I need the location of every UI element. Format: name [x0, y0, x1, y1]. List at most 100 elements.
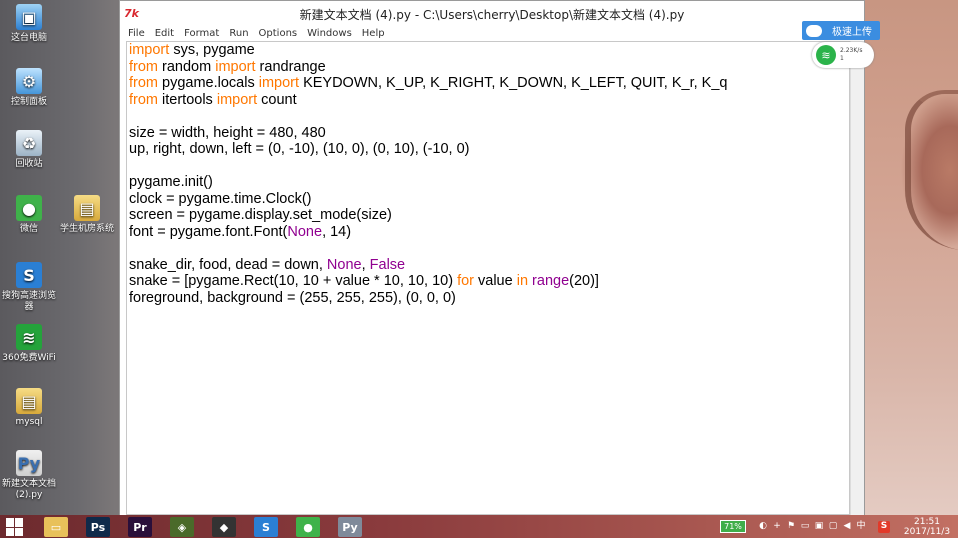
desktop-icon[interactable]: ♻ 回收站: [0, 130, 58, 170]
taskbar: ▭ Ps Pr ◈ ◆ S ● Py 71% ◐ + ⚑ ▭ ▣ ▢ ◀ 中 S 21:51 …: [0, 515, 958, 538]
code-line[interactable]: snake_dir, food, dead = down, None, Fals…: [129, 257, 849, 274]
system-clock[interactable]: 21:51 2017/11/3: [900, 517, 954, 537]
desktop-icon[interactable]: ⚙ 控制面板: [0, 68, 58, 108]
file-explorer-icon[interactable]: ▭: [44, 517, 68, 537]
fast-upload-button[interactable]: 极速上传: [802, 21, 880, 40]
code-keyword: import: [258, 75, 300, 91]
security-icon[interactable]: ◐: [758, 521, 768, 531]
desktop-icon-label: 360免费WiFi: [2, 353, 56, 363]
desktop-wallpaper: [865, 0, 958, 515]
code-token: clock = pygame.time.Clock(): [129, 190, 312, 207]
menu-options[interactable]: Options: [259, 28, 298, 39]
computer-icon: ▣: [16, 4, 42, 30]
code-keyword: from: [129, 91, 158, 108]
desktop-icon[interactable]: ▤ 学生机房系统: [58, 195, 116, 235]
code-token: KEYDOWN, K_UP, K_RIGHT, K_DOWN, K_LEFT, …: [299, 75, 728, 91]
desktop-icon[interactable]: ≋ 360免费WiFi: [0, 324, 58, 364]
code-token: pygame.init(): [129, 174, 213, 190]
desktop-icon[interactable]: S 搜狗高速浏览器: [0, 262, 58, 313]
premiere-icon[interactable]: Pr: [128, 517, 152, 537]
code-token: up, right, down, left = (0, -10), (10, 0…: [129, 141, 470, 157]
code-line[interactable]: foreground, background = (255, 255, 255)…: [129, 290, 849, 307]
menu-edit[interactable]: Edit: [155, 28, 174, 39]
sogou-browser-icon: S: [16, 262, 42, 288]
code-token: snake_dir, food, dead = down,: [129, 256, 327, 273]
device-count: 1: [840, 55, 844, 62]
code-line[interactable]: [129, 108, 849, 125]
code-token: pygame.locals: [158, 75, 259, 91]
folder-icon: ▤: [16, 388, 42, 414]
code-token: font = pygame.font.Font(: [129, 223, 288, 240]
desktop-icon[interactable]: ▤ mysql: [0, 388, 58, 428]
code-keyword: import: [129, 42, 170, 58]
code-line[interactable]: font = pygame.font.Font(None, 14): [129, 224, 849, 241]
code-token: value: [473, 273, 517, 289]
battery-indicator[interactable]: 71%: [720, 520, 746, 533]
code-keyword: from: [129, 58, 158, 75]
photoshop-icon[interactable]: Ps: [86, 517, 110, 537]
code-line[interactable]: clock = pygame.time.Clock(): [129, 191, 849, 208]
unity-icon[interactable]: ◆: [212, 517, 236, 537]
code-line[interactable]: snake = [pygame.Rect(10, 10 + value * 10…: [129, 273, 849, 290]
code-line[interactable]: size = width, height = 480, 480: [129, 125, 849, 142]
monitor-icon[interactable]: ▣: [814, 521, 824, 531]
network-icon[interactable]: +: [772, 521, 782, 531]
menu-run[interactable]: Run: [229, 28, 248, 39]
code-token: ,: [361, 256, 370, 273]
code-token: (20)]: [569, 273, 599, 289]
code-token: screen = pygame.display.set_mode(size): [129, 207, 392, 223]
code-keyword: in: [516, 273, 529, 289]
desktop-icon[interactable]: Py 新建文本文档 (2).py: [0, 450, 58, 501]
display-icon[interactable]: ▭: [800, 521, 810, 531]
desktop-icon[interactable]: ▣ 这台电脑: [0, 4, 58, 44]
upload-label: 极速上传: [832, 27, 872, 38]
code-editor[interactable]: import sys, pygame from random import ran…: [126, 41, 850, 515]
code-token: random: [158, 58, 216, 75]
app-icon[interactable]: ◈: [170, 517, 194, 537]
action-center-icon[interactable]: ▢: [828, 521, 838, 531]
sogou-icon[interactable]: S: [254, 517, 278, 537]
code-line[interactable]: import sys, pygame: [129, 42, 849, 59]
code-line[interactable]: up, right, down, left = (0, -10), (10, 0…: [129, 141, 849, 158]
control-panel-icon: ⚙: [16, 68, 42, 94]
desktop-icon-label: 学生机房系统: [59, 224, 114, 234]
code-builtin: range: [532, 273, 570, 289]
python-idle-icon[interactable]: Py: [334, 515, 366, 538]
code-token: randrange: [255, 58, 326, 75]
cloud-icon: [806, 24, 822, 37]
volume-icon[interactable]: ◀: [842, 521, 852, 531]
title-bar[interactable]: 7k 新建文本文档 (4).py - C:\Users\cherry\Deskt…: [120, 1, 864, 25]
wechat-icon[interactable]: ●: [296, 517, 320, 537]
sogou-ime-icon[interactable]: S: [878, 521, 890, 533]
code-builtin: None: [326, 256, 362, 273]
code-builtin: False: [369, 256, 406, 273]
code-line[interactable]: from random import randrange: [129, 59, 849, 76]
code-line[interactable]: screen = pygame.display.set_mode(size): [129, 207, 849, 224]
ime-indicator[interactable]: 中: [856, 521, 866, 531]
code-line[interactable]: [129, 240, 849, 257]
flag-icon[interactable]: ⚑: [786, 521, 796, 531]
clock-date: 2017/11/3: [903, 527, 951, 537]
code-token: sys, pygame: [169, 42, 255, 58]
desktop-icon-label: 搜狗高速浏览器: [1, 291, 56, 312]
code-line[interactable]: [129, 158, 849, 175]
code-keyword: from: [129, 75, 158, 91]
code-text[interactable]: import sys, pygame from random import ran…: [127, 42, 849, 306]
menu-windows[interactable]: Windows: [307, 28, 352, 39]
network-speed-widget[interactable]: ≋ 2.23K/s 1: [812, 42, 874, 68]
vertical-scrollbar[interactable]: [850, 41, 864, 515]
code-token: foreground, background = (255, 255, 255)…: [129, 289, 456, 306]
desktop-icon-label: 这台电脑: [10, 33, 47, 43]
code-line[interactable]: pygame.init(): [129, 174, 849, 191]
menu-file[interactable]: File: [128, 28, 145, 39]
desktop-icon[interactable]: ● 微信: [0, 195, 58, 235]
start-button[interactable]: [6, 518, 24, 536]
code-token: size = width, height = 480, 480: [129, 124, 326, 141]
menu-format[interactable]: Format: [184, 28, 219, 39]
menu-help[interactable]: Help: [362, 28, 385, 39]
speed-value: 2.23K/s: [840, 47, 863, 54]
desktop-icon-label: mysql: [15, 417, 43, 427]
code-line[interactable]: from pygame.locals import KEYDOWN, K_UP,…: [129, 75, 849, 92]
desktop-icon-label: 新建文本文档 (2).py: [1, 479, 56, 500]
code-line[interactable]: from itertools import count: [129, 92, 849, 109]
